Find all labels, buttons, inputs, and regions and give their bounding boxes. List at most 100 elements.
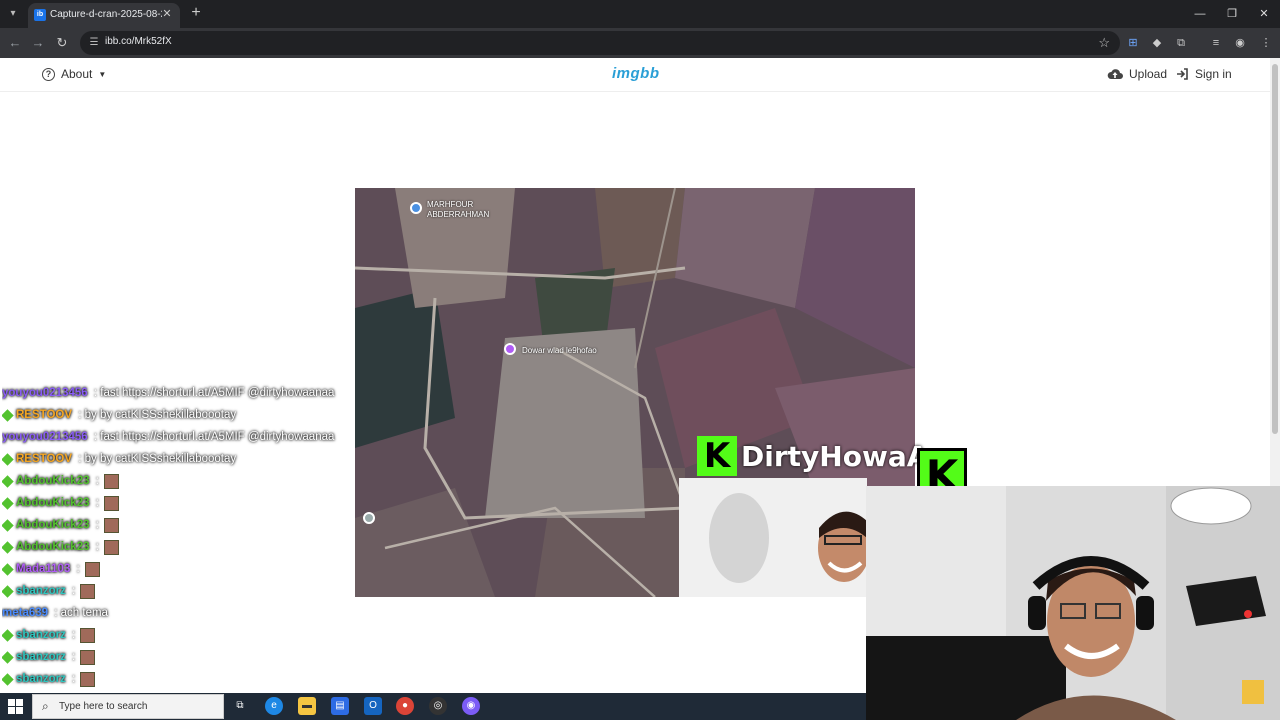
streamer-name-banner: K DirtyHowaA	[697, 436, 928, 476]
chat-text: by by catKISSshekillaboootay	[84, 453, 237, 465]
map-label-mid: Dowar wlad le9hofao	[522, 346, 597, 355]
scrollbar-thumb[interactable]	[1272, 64, 1278, 434]
address-bar[interactable]: ☰ ibb.co/Mrk52fX ☆	[80, 31, 1120, 55]
chat-emote-icon	[80, 583, 96, 599]
chat-separator: :	[68, 585, 79, 597]
site-info-icon[interactable]: ☰	[87, 36, 101, 50]
outlook-icon[interactable]: O	[364, 697, 382, 715]
chat-separator: :	[68, 673, 79, 685]
chat-message: Mada1103 :	[2, 558, 372, 580]
minimize-icon[interactable]: —	[1184, 0, 1216, 28]
back-icon[interactable]: ←	[6, 34, 24, 52]
signin-button[interactable]: Sign in	[1176, 67, 1232, 81]
chat-username[interactable]: RESTOOV	[16, 409, 72, 421]
cloud-upload-icon	[1107, 69, 1123, 79]
chat-separator: :	[92, 541, 103, 553]
window-controls: — ❐ ✕	[1184, 0, 1280, 28]
chat-username[interactable]: AbdouKick23	[16, 475, 90, 487]
chat-separator: :	[90, 387, 101, 399]
chat-separator: :	[73, 563, 83, 575]
bookmark-star-icon[interactable]: ☆	[1098, 35, 1110, 51]
chat-separator: :	[92, 475, 103, 487]
menu-kebab-icon[interactable]: ⋮	[1258, 35, 1274, 51]
chat-badge-icon	[2, 562, 14, 576]
tab-search-icon[interactable]: ▾	[4, 5, 22, 23]
windows-start-icon[interactable]	[8, 699, 23, 714]
chat-emote-icon	[104, 517, 120, 533]
chat-message: youyou0213456 : fast https://shorturl.at…	[2, 382, 372, 404]
reading-list-icon[interactable]: ≡	[1208, 35, 1224, 51]
chat-username[interactable]: sbanzorz	[16, 673, 66, 685]
chat-separator: :	[51, 607, 61, 619]
webcam-main-graphic	[866, 486, 1280, 720]
chat-username[interactable]: AbdouKick23	[16, 541, 90, 553]
extension-diamond-icon[interactable]: ◆	[1149, 35, 1165, 51]
imgbb-logo[interactable]: imgbb	[612, 65, 660, 82]
tab-close-icon[interactable]: ✕	[160, 7, 174, 21]
obs-icon[interactable]: ◎	[429, 697, 447, 715]
app-icon[interactable]: ◉	[462, 697, 480, 715]
chat-message: sbanzorz :	[2, 646, 372, 668]
chat-message: RESTOOV : by by catKISSshekillaboootay	[2, 448, 372, 470]
chat-separator: :	[68, 629, 79, 641]
imgbb-favicon-icon: ib	[34, 9, 46, 21]
kick-logo-icon: K	[697, 436, 737, 476]
file-explorer-icon[interactable]: ▬	[298, 697, 316, 715]
chat-text: by by catKISSshekillaboootay	[84, 409, 237, 421]
chat-username[interactable]: youyou0213456	[2, 387, 88, 399]
edge-icon[interactable]: e	[265, 697, 283, 715]
chat-emote-icon	[80, 627, 96, 643]
webcam-small-graphic	[679, 478, 867, 597]
caret-down-icon: ▼	[98, 69, 107, 79]
restore-icon[interactable]: ❐	[1216, 0, 1248, 28]
taskbar-search-box[interactable]: ⌕ Type here to search	[32, 694, 224, 719]
screen: ▾ ib Capture-d-cran-2025-08-22-17 ✕ + — …	[0, 0, 1280, 720]
webcam-main	[866, 486, 1280, 720]
about-menu[interactable]: ? About ▼	[42, 67, 106, 81]
chat-line-partial	[2, 374, 372, 382]
browser-tab-bar: ▾ ib Capture-d-cran-2025-08-22-17 ✕ + — …	[0, 0, 1280, 28]
chat-username[interactable]: AbdouKick23	[16, 497, 90, 509]
chat-username[interactable]: AbdouKick23	[16, 519, 90, 531]
chat-username[interactable]: youyou0213456	[2, 431, 88, 443]
close-window-icon[interactable]: ✕	[1248, 0, 1280, 28]
chat-text: fast https://shorturl.at/A5MIF @dirtyhow…	[100, 387, 335, 399]
store-icon[interactable]: ▤	[331, 697, 349, 715]
chat-message: meta639 : ach tema	[2, 602, 372, 624]
chat-message: sbanzorz :	[2, 668, 372, 690]
chat-username[interactable]: Mada1103	[16, 563, 70, 575]
chat-message: RESTOOV : by by catKISSshekillaboootay	[2, 404, 372, 426]
map-pin-blue-icon[interactable]	[410, 202, 422, 214]
search-icon: ⌕	[42, 699, 49, 713]
chat-username[interactable]: RESTOOV	[16, 453, 72, 465]
chat-message: AbdouKick23 :	[2, 492, 372, 514]
chat-username[interactable]: sbanzorz	[16, 585, 66, 597]
chat-badge-icon	[2, 452, 14, 466]
browser-tab[interactable]: ib Capture-d-cran-2025-08-22-17 ✕	[28, 3, 180, 28]
chat-badge-icon	[2, 496, 14, 510]
profile-icon[interactable]: ◉	[1232, 35, 1248, 51]
translate-extension-icon[interactable]: ⊞	[1125, 35, 1141, 51]
signin-label: Sign in	[1195, 67, 1232, 81]
chat-message: sbanzorz :	[2, 624, 372, 646]
chat-username[interactable]: sbanzorz	[16, 651, 66, 663]
streamer-watermark: DirtyHowaAnaa	[975, 455, 1203, 485]
new-tab-button[interactable]: +	[188, 4, 204, 22]
reload-icon[interactable]: ↻	[53, 34, 71, 52]
chat-emote-icon	[104, 495, 120, 511]
chat-username[interactable]: sbanzorz	[16, 629, 66, 641]
upload-button[interactable]: Upload	[1107, 67, 1167, 81]
forward-icon[interactable]: →	[29, 34, 47, 52]
stream-chat: youyou0213456 : fast https://shorturl.at…	[2, 374, 372, 694]
chat-username[interactable]: meta639	[2, 607, 48, 619]
task-view-icon[interactable]: ⧉	[231, 697, 249, 715]
map-pin-purple-icon[interactable]	[504, 343, 516, 355]
chrome-icon[interactable]: ●	[396, 697, 414, 715]
windows-taskbar: ⌕ Type here to search ⧉ e ▬ ▤ O ● ◎ ◉	[0, 693, 866, 720]
chat-text: fast https://shorturl.at/A5MIF @dirtyhow…	[100, 431, 335, 443]
extensions-puzzle-icon[interactable]: ⧉	[1173, 35, 1189, 51]
imgbb-header: ? About ▼ imgbb Upload Sign in	[0, 58, 1270, 92]
chat-separator: :	[68, 651, 79, 663]
chat-badge-icon	[2, 672, 14, 686]
about-label: About	[61, 67, 93, 81]
